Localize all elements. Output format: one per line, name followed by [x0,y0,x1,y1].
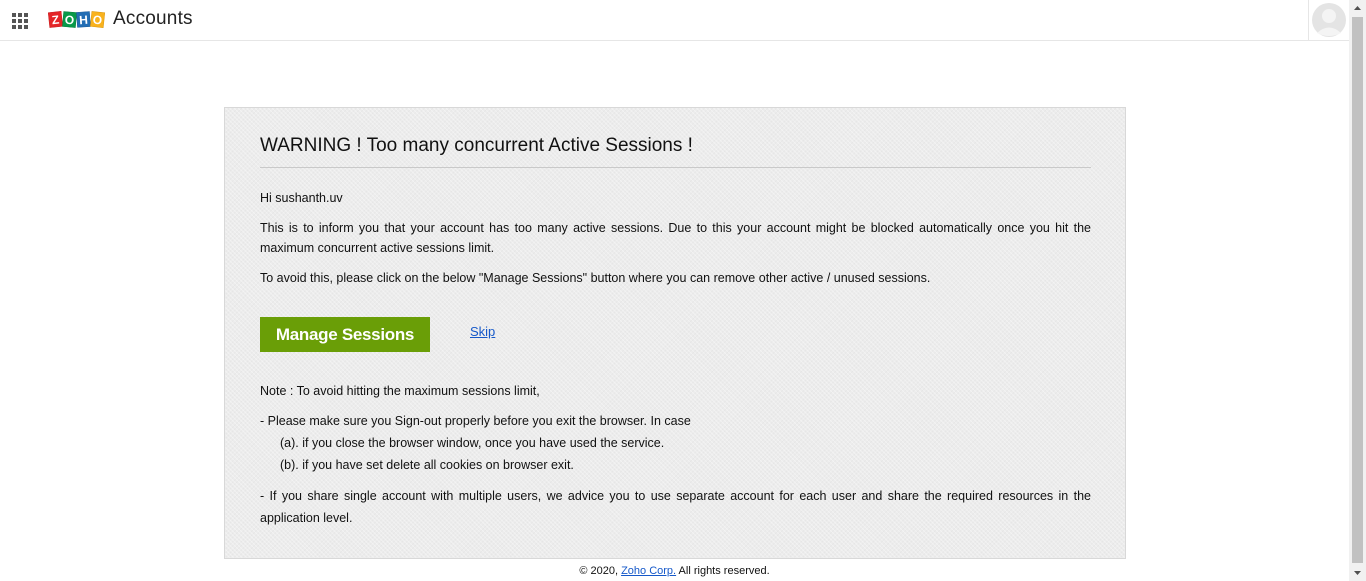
warning-title: WARNING ! Too many concurrent Active Ses… [260,135,693,156]
footer-copyright-prefix: © 2020, [579,565,622,577]
zoho-corp-link[interactable]: Zoho Corp. [621,565,676,577]
footer: © 2020, Zoho Corp. All rights reserved. [0,565,1349,577]
signout-sub-item-b: (b). if you have set delete all cookies … [280,458,574,472]
signout-sub-item-a: (a). if you close the browser window, on… [280,436,665,450]
session-warning-panel: WARNING ! Too many concurrent Active Ses… [224,107,1126,559]
shared-account-bullet: - If you share single account with multi… [260,489,1091,525]
top-bar: Z O H O Accounts [0,0,1350,41]
note-text: Note : To avoid hitting the maximum sess… [260,384,540,398]
logo-letter-h: H [79,13,89,28]
manage-sessions-button[interactable]: Manage Sessions [260,317,430,352]
title-divider [260,167,1091,168]
info-paragraph: This is to inform you that your account … [260,221,1091,255]
skip-link[interactable]: Skip [470,324,495,339]
footer-rights-suffix: All rights reserved. [676,565,770,577]
user-avatar-icon [1312,3,1346,37]
scroll-down-arrow-icon[interactable] [1349,564,1366,581]
profile-avatar-button[interactable] [1308,0,1350,40]
instruction-paragraph: To avoid this, please click on the below… [260,271,931,285]
app-grid-icon[interactable] [12,13,28,29]
greeting-text: Hi sushanth.uv [260,191,343,205]
logo-letter-o1: O [64,13,75,28]
vertical-scrollbar[interactable] [1349,0,1366,581]
app-title: Accounts [113,8,193,29]
logo-letter-o2: O [92,13,103,28]
scrollbar-thumb[interactable] [1352,17,1363,563]
logo-letter-z: Z [51,13,60,28]
zoho-logo[interactable]: Z O H O [48,10,106,29]
signout-bullet: - Please make sure you Sign-out properly… [260,414,691,428]
scroll-up-arrow-icon[interactable] [1349,0,1366,17]
